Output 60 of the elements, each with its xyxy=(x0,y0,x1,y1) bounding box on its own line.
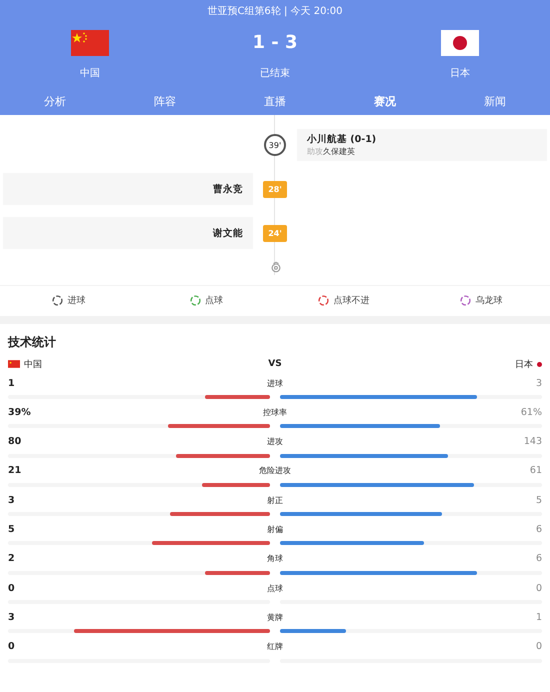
flag-icon xyxy=(441,30,479,56)
stat-name: 危险进攻 xyxy=(259,465,291,476)
team-name: 日本 xyxy=(514,358,533,370)
tab[interactable]: 赛况 xyxy=(330,88,440,119)
home-value: 3 xyxy=(8,494,16,506)
minute-badge: 24' xyxy=(263,224,287,242)
section-title: 技术统计 xyxy=(8,334,57,351)
match-info: 世亚预C组第6轮 | 今天 20:00 xyxy=(206,4,344,18)
score: 1 - 3 xyxy=(252,31,298,55)
stat-name: 进球 xyxy=(267,378,283,388)
away-value: 0 xyxy=(534,582,542,594)
away-value: 61% xyxy=(520,406,542,418)
flag-icon xyxy=(71,30,109,56)
tab[interactable]: 直播 xyxy=(220,88,330,119)
minute-badge: 28' xyxy=(263,180,287,198)
vs-label: VS xyxy=(268,359,282,369)
away-value: 143 xyxy=(522,436,542,448)
legend-label: 点球不进 xyxy=(333,294,370,306)
home-value: 0 xyxy=(8,582,16,594)
home-value: 5 xyxy=(8,524,16,535)
stat-name: 点球 xyxy=(267,582,283,594)
away-value: 5 xyxy=(534,494,542,506)
player-name: 小川航基 (0-1) xyxy=(307,133,378,146)
stat-name: 角球 xyxy=(267,553,283,564)
tab[interactable]: 阵容 xyxy=(110,88,220,119)
ball-icon: 39' xyxy=(264,134,286,156)
home-value: 2 xyxy=(8,553,16,564)
stat-name: 控球率 xyxy=(263,406,287,418)
stat-name: 射偏 xyxy=(267,524,283,535)
home-value: 80 xyxy=(8,436,22,448)
home-value: 3 xyxy=(8,612,16,623)
legend-label: 乌龙球 xyxy=(475,294,502,306)
away-value: 3 xyxy=(534,378,542,388)
whistle-icon xyxy=(270,261,282,273)
legend-label: 进球 xyxy=(67,294,86,306)
team-name: 中国 xyxy=(24,358,42,370)
away-value: 6 xyxy=(534,524,542,535)
player-name: 谢文能 xyxy=(213,226,243,240)
home-value: 1 xyxy=(8,378,16,388)
tab[interactable]: 分析 xyxy=(0,88,110,119)
stat-name: 射正 xyxy=(267,494,283,506)
tab[interactable]: 新闻 xyxy=(440,88,550,119)
stat-name: 红牌 xyxy=(267,641,283,652)
flag-icon xyxy=(8,360,20,368)
away-value: 6 xyxy=(534,553,542,564)
team-name: 中国 xyxy=(80,66,100,80)
assist-text: 助攻久保建英 xyxy=(307,146,356,157)
player-name: 曹永竞 xyxy=(213,182,243,196)
home-value: 0 xyxy=(8,641,16,652)
home-value: 39% xyxy=(8,406,32,418)
team-name: 日本 xyxy=(450,66,470,80)
stat-name: 黄牌 xyxy=(267,612,283,623)
team-dot xyxy=(536,362,542,366)
legend-label: 点球 xyxy=(204,294,223,306)
home-value: 21 xyxy=(8,465,22,476)
stat-name: 进攻 xyxy=(267,436,283,448)
match-status: 已结束 xyxy=(260,66,290,80)
away-value: 61 xyxy=(528,465,542,476)
away-value: 1 xyxy=(534,612,542,623)
away-value: 0 xyxy=(534,641,542,652)
